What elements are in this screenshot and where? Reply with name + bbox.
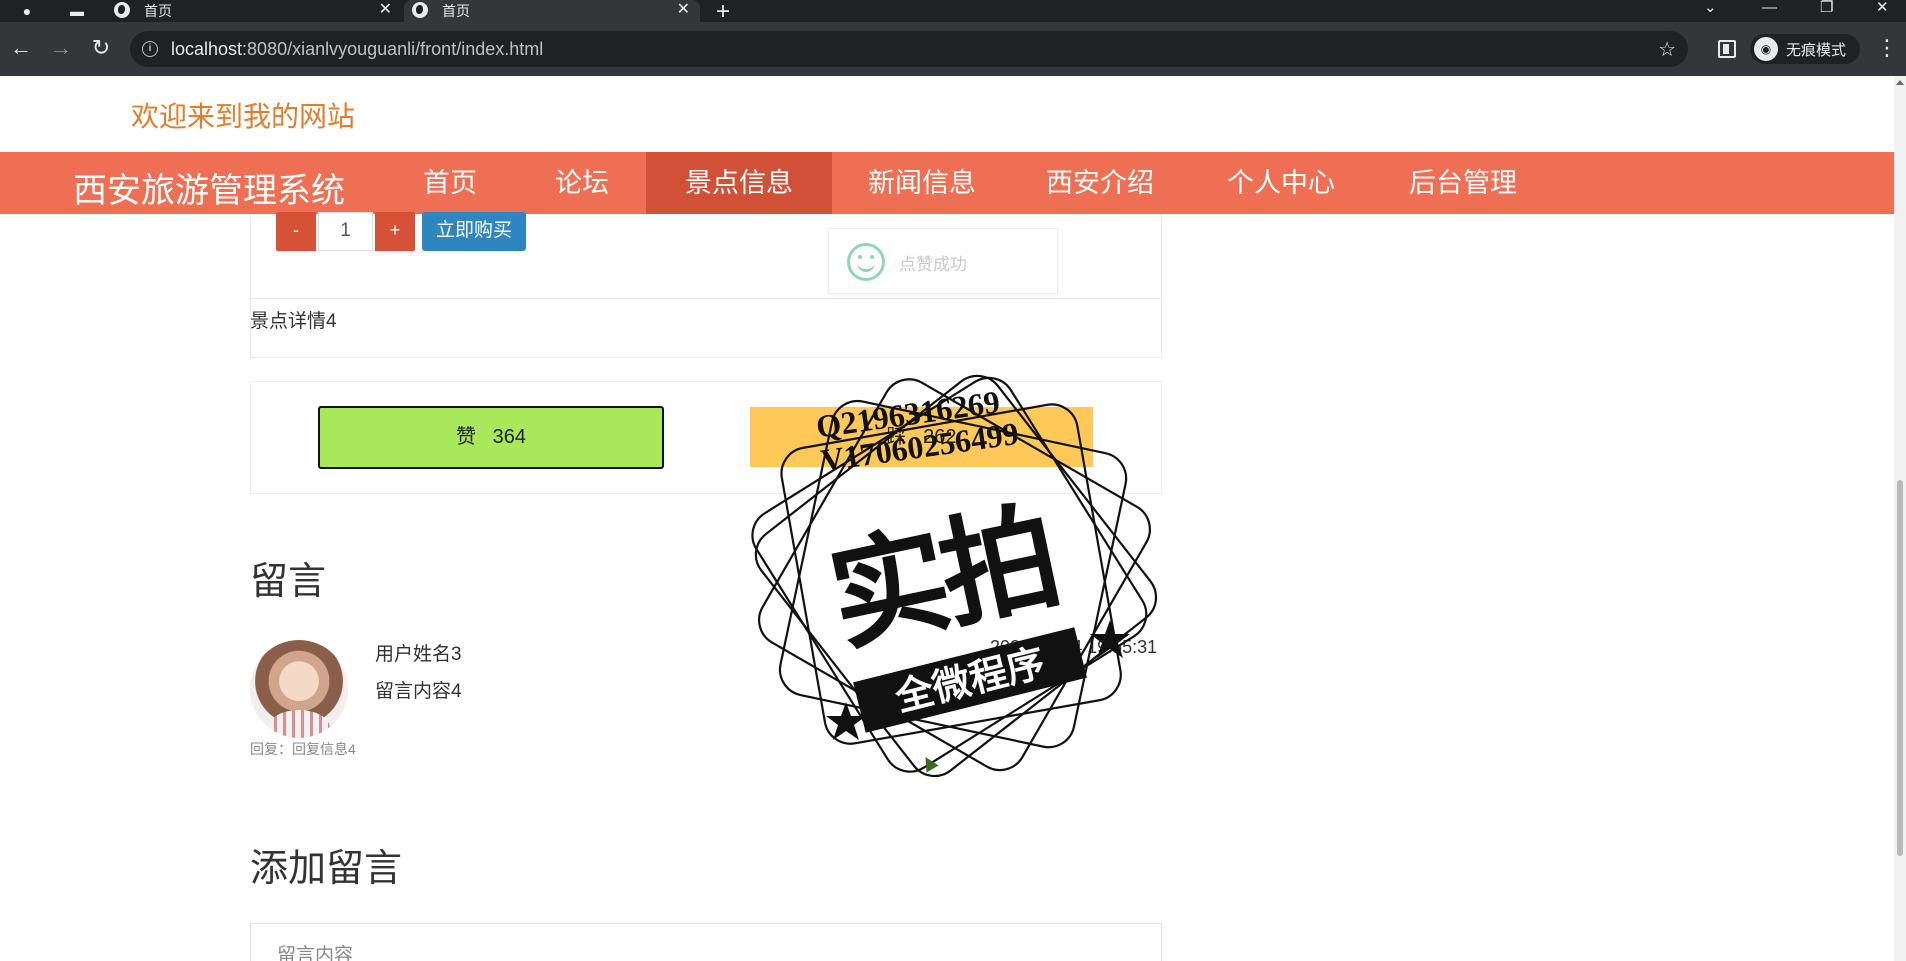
like-button[interactable]: 赞 364 (318, 406, 664, 469)
dislike-count: 262 (923, 426, 957, 448)
tab-dropdown-icon[interactable]: ⌄ (1704, 0, 1717, 16)
add-comment-title: 添加留言 (250, 848, 403, 890)
browser-tab[interactable]: 首页 ✕ (106, 0, 402, 22)
forward-icon[interactable]: → (48, 36, 74, 62)
close-icon[interactable]: ✕ (677, 0, 690, 20)
nav-xian-intro[interactable]: 西安介绍 (1030, 152, 1170, 214)
browser-tab-strip: ● ▬ 首页 ✕ 首页 ✕ + ⌄ — ❐ ✕ (0, 0, 1906, 25)
incognito-label: 无痕模式 (1786, 42, 1847, 59)
buy-now-button[interactable]: 立即购买 (422, 212, 526, 251)
minimize-icon[interactable]: — (1762, 0, 1777, 16)
incognito-icon: ◉ (1754, 37, 1778, 61)
back-icon[interactable]: ← (8, 36, 34, 62)
quantity-decrease-button[interactable]: - (276, 212, 316, 251)
divider (250, 298, 1162, 299)
comment-reply: 回复：回复信息4 (250, 741, 356, 757)
comment-input-placeholder: 留言内容 (277, 945, 354, 961)
tab-title: 首页 (442, 3, 470, 19)
quantity-increase-button[interactable]: + (375, 212, 415, 251)
nav-forum[interactable]: 论坛 (534, 152, 630, 214)
reload-icon[interactable]: ↻ (88, 36, 114, 62)
bookmark-star-icon[interactable]: ☆ (1658, 37, 1676, 62)
close-icon[interactable]: ✕ (379, 0, 392, 20)
comments-title: 留言 (250, 561, 327, 603)
menu-kebab-icon[interactable]: ⋮ (1876, 35, 1898, 61)
comment-input[interactable]: 留言内容 (250, 923, 1162, 961)
site-brand: 西安旅游管理系统 (73, 172, 345, 210)
avatar (250, 640, 348, 738)
site-info-icon[interactable]: i (142, 41, 158, 57)
like-success-toast: 点赞成功 (828, 228, 1058, 294)
nav-personal-center[interactable]: 个人中心 (1211, 152, 1351, 214)
comment-date: 2022-05-04 19:55:31 (990, 637, 1158, 657)
mouse-cursor-icon (919, 753, 939, 773)
scrollbar-thumb[interactable] (1897, 480, 1903, 856)
comment-username: 用户姓名3 (375, 644, 462, 665)
dislike-button[interactable]: 踩 262 (750, 407, 1093, 467)
nav-attractions[interactable]: 景点信息 (646, 152, 832, 214)
dislike-label: 踩 (886, 426, 907, 448)
address-bar[interactable]: i localhost:8080/xianlvyouguanli/front/i… (130, 31, 1688, 67)
side-panel-icon[interactable] (1718, 40, 1736, 58)
nav-admin[interactable]: 后台管理 (1393, 152, 1533, 214)
scroll-up-icon[interactable] (1896, 80, 1904, 85)
globe-icon (412, 2, 428, 18)
url-text[interactable]: localhost:8080/xianlvyouguanli/front/ind… (171, 39, 543, 60)
like-label: 赞 (455, 426, 476, 448)
scrollbar[interactable] (1894, 76, 1906, 961)
tab-title: 首页 (144, 3, 172, 19)
restore-icon[interactable]: ❐ (1820, 0, 1833, 16)
like-count: 364 (492, 426, 527, 448)
smiley-icon (847, 243, 885, 281)
comment-content: 留言内容4 (375, 681, 462, 702)
nav-news[interactable]: 新闻信息 (852, 152, 992, 214)
tab-group-icon[interactable]: ▬ (66, 2, 88, 20)
page-viewport: 欢迎来到我的网站 西安旅游管理系统 首页 论坛 景点信息 新闻信息 西安介绍 个… (0, 76, 1906, 961)
tab-search-globe-icon[interactable]: ● (16, 2, 38, 20)
welcome-text: 欢迎来到我的网站 (131, 101, 356, 132)
nav-home[interactable]: 首页 (402, 152, 498, 214)
attraction-detail-text: 景点详情4 (250, 311, 337, 332)
browser-tab-active[interactable]: 首页 ✕ (404, 0, 700, 22)
toast-message: 点赞成功 (899, 255, 967, 274)
window-close-icon[interactable]: ✕ (1876, 0, 1889, 16)
globe-icon (114, 2, 130, 18)
quantity-input[interactable]: 1 (318, 212, 373, 251)
incognito-badge[interactable]: ◉ 无痕模式 (1750, 34, 1860, 64)
browser-toolbar: ← → ↻ i localhost:8080/xianlvyouguanli/f… (0, 22, 1906, 76)
main-navbar: 西安旅游管理系统 首页 论坛 景点信息 新闻信息 西安介绍 个人中心 后台管理 (0, 152, 1894, 214)
